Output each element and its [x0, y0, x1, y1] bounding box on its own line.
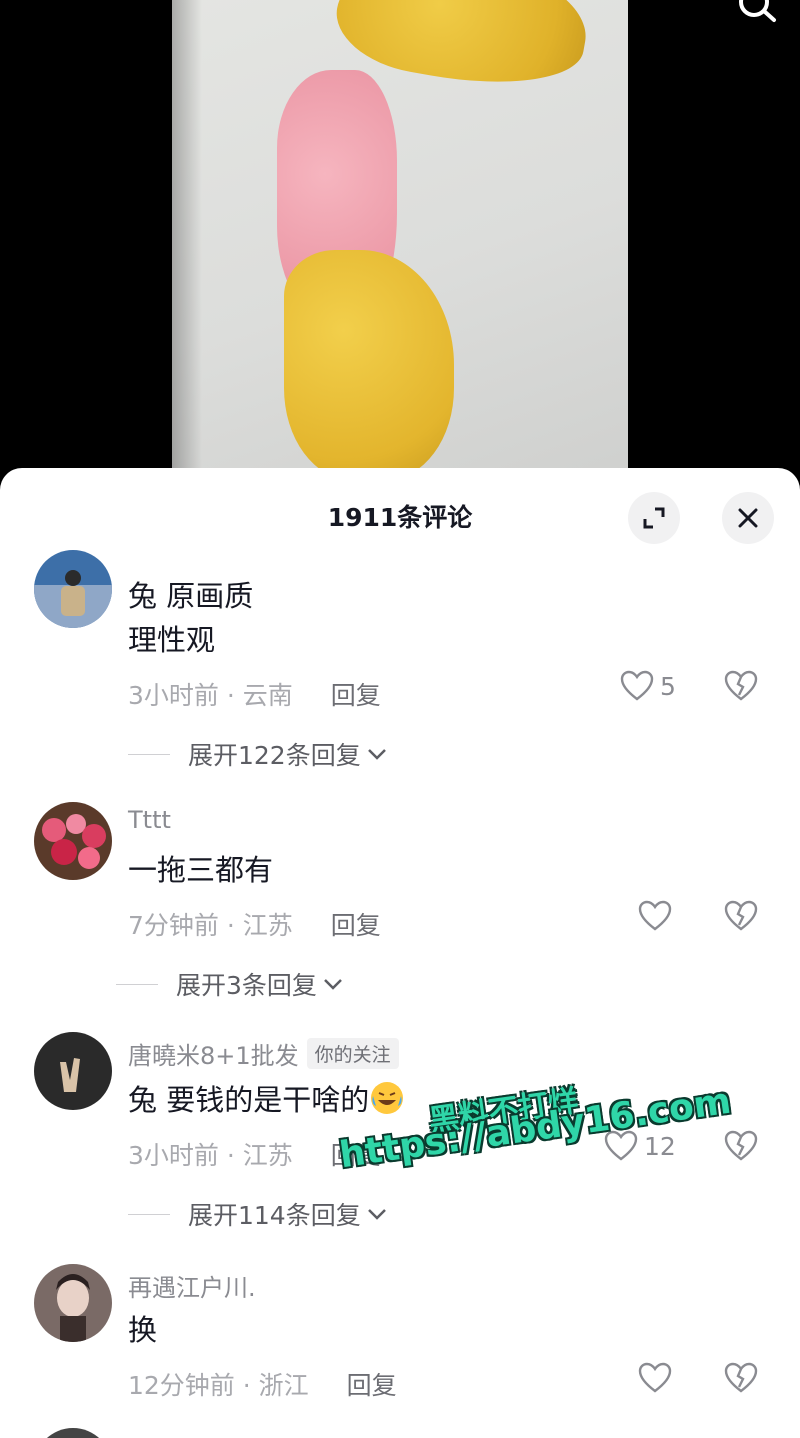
like-button[interactable]: 5 — [620, 670, 676, 702]
chevron-down-icon — [324, 979, 342, 990]
comment-location: 江苏 — [242, 911, 293, 940]
like-count: 5 — [660, 671, 676, 701]
avatar[interactable] — [34, 1428, 112, 1438]
frame-shadow — [172, 0, 202, 480]
comment-text-line: 换 — [128, 1313, 158, 1347]
reply-button[interactable]: 回复 — [331, 681, 381, 710]
comment-meta: 12分钟前 · 浙江 回复 — [128, 1371, 397, 1400]
comment-text: 兔 要钱的是干啥的 — [128, 1078, 405, 1122]
following-tag: 你的关注 — [306, 1038, 399, 1069]
expand-replies-label: 展开114条回复 — [188, 1201, 361, 1230]
divider-line — [128, 753, 170, 755]
comment-location: 浙江 — [258, 1371, 309, 1400]
video-frame-pomelo — [172, 0, 628, 480]
close-button[interactable] — [722, 492, 774, 544]
avatar[interactable] — [34, 550, 112, 628]
video-player[interactable] — [0, 0, 800, 480]
comment-text-line: 理性观 — [128, 623, 216, 657]
crying-laughing-emoji-icon — [371, 1082, 404, 1114]
comment-time: 3小时前 — [128, 681, 219, 710]
avatar[interactable] — [34, 1264, 112, 1342]
comment-text-line: 一拖三都有 — [128, 853, 274, 887]
comment-meta: 3小时前 · 云南 回复 — [128, 681, 381, 710]
close-icon — [738, 508, 758, 528]
chevron-down-icon — [367, 749, 386, 760]
divider-line — [128, 1213, 170, 1215]
avatar[interactable] — [34, 1032, 112, 1110]
broken-heart-icon[interactable] — [724, 1130, 758, 1162]
search-icon[interactable] — [736, 0, 778, 28]
avatar[interactable] — [34, 802, 112, 880]
heart-outline-icon — [638, 1362, 672, 1393]
comment-text-line: 兔 要钱的是干啥的 — [128, 1083, 370, 1117]
heart-outline-icon — [620, 670, 654, 701]
broken-heart-icon[interactable] — [724, 1362, 758, 1394]
comment-username[interactable]: Tttt — [128, 806, 171, 834]
reply-button[interactable]: 回复 — [331, 911, 381, 940]
expand-replies-label: 展开3条回复 — [176, 971, 317, 1000]
expand-replies-label: 展开122条回复 — [188, 741, 361, 770]
comment-location: 云南 — [242, 681, 293, 710]
expand-button[interactable] — [628, 492, 680, 544]
username-text: 唐曉米8+1批发 — [128, 1042, 299, 1070]
like-count: 12 — [644, 1131, 676, 1161]
comment-username[interactable]: 唐曉米8+1批发 你的关注 — [128, 1036, 399, 1071]
expand-replies-button[interactable]: 展开122条回复 — [128, 736, 389, 772]
chevron-down-icon — [367, 1209, 386, 1220]
broken-heart-icon[interactable] — [724, 900, 758, 932]
comment-count-title: 1911条评论 — [327, 503, 473, 532]
heart-outline-icon — [638, 900, 672, 931]
comment-time: 7分钟前 — [128, 911, 219, 940]
broken-heart-icon[interactable] — [724, 670, 758, 702]
comment-location: 江苏 — [242, 1141, 293, 1170]
like-button[interactable] — [638, 1362, 672, 1394]
expand-icon — [643, 507, 665, 529]
divider-line — [116, 983, 158, 985]
comment-time: 12分钟前 — [128, 1371, 235, 1400]
expand-replies-button[interactable]: 展开114条回复 — [128, 1196, 389, 1232]
reply-button[interactable]: 回复 — [347, 1371, 397, 1400]
comment-time: 3小时前 — [128, 1141, 219, 1170]
expand-replies-button[interactable]: 展开3条回复 — [116, 966, 345, 1002]
comment-sheet: 1911条评论 兔 原画质 理性观 3小时前 · 云南 回复 5 展开122条回… — [0, 468, 800, 1438]
pomelo-peel-bottom — [284, 250, 454, 480]
comment-meta: 7分钟前 · 江苏 回复 — [128, 911, 381, 940]
like-button[interactable] — [638, 900, 672, 932]
comment-text-line: 兔 原画质 — [128, 579, 254, 613]
comment-username[interactable]: 再遇江户川. — [128, 1268, 256, 1303]
